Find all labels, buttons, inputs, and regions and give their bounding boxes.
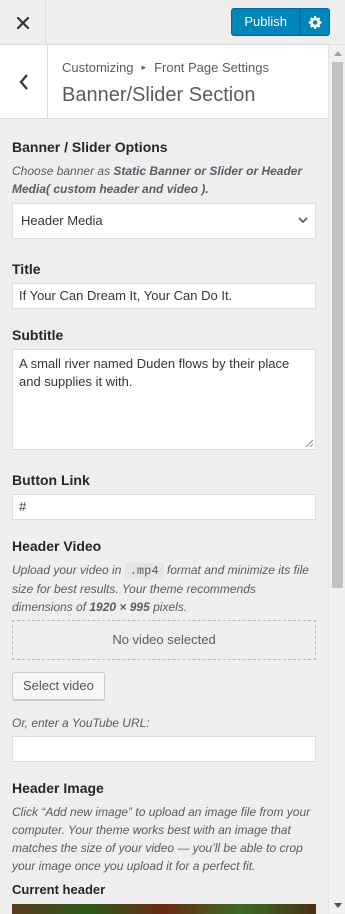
publish-settings-button[interactable] [300,8,330,36]
breadcrumb-root: Customizing [62,60,134,75]
close-button[interactable] [0,0,46,45]
panel-scrollbar[interactable] [328,45,345,914]
banner-options-title: Banner / Slider Options [12,139,168,155]
breadcrumb-separator-icon: ▸ [141,62,147,72]
scroll-thumb[interactable] [332,62,343,588]
section-title: Banner/Slider Section [62,84,256,106]
publish-button[interactable]: Publish [231,8,300,36]
youtube-url-input[interactable] [12,736,316,762]
breadcrumb-parent: Front Page Settings [154,60,269,75]
button-link-input[interactable]: # [12,494,316,520]
controls-panel: Banner / Slider Options Choose banner as… [0,119,328,914]
customizer-header: Publish [0,0,345,45]
youtube-url-label: Or, enter a YouTube URL: [12,716,150,730]
resize-handle-icon[interactable] [305,439,313,447]
banner-type-select[interactable]: Header Media [12,203,316,239]
subtitle-textarea[interactable]: A small river named Duden flows by their… [12,349,316,450]
video-dimensions: 1920 × 995 [89,600,150,614]
title-label: Title [12,261,41,277]
subtitle-value: A small river named Duden flows by their… [19,356,290,389]
header-video-desc-1: Upload your video in [12,563,125,577]
banner-options-desc-text: Choose banner as [12,164,114,178]
chevron-left-icon [19,73,28,90]
chevron-down-icon [298,217,308,224]
banner-options-description: Choose banner as Static Banner or Slider… [12,162,316,198]
section-header: Customizing ▸ Front Page Settings Banner… [0,45,328,119]
header-image-label: Header Image [12,780,104,796]
close-icon [16,16,29,29]
video-format-code: .mp4 [124,563,164,579]
current-header-image[interactable] [12,904,316,914]
current-header-label: Current header [12,882,106,897]
button-link-label: Button Link [12,472,90,488]
back-button[interactable] [0,45,48,118]
subtitle-label: Subtitle [12,327,64,343]
header-image-description: Click “Add new image” to upload an image… [12,805,311,873]
gear-icon [308,15,321,29]
header-video-desc-3: pixels. [149,600,188,614]
header-video-description: Upload your video in .mp4 format and min… [12,561,316,616]
scroll-up-icon[interactable] [329,45,345,62]
breadcrumb: Customizing ▸ Front Page Settings [62,60,269,75]
title-input[interactable]: If Your Can Dream It, Your Can Do It. [12,283,316,309]
banner-type-value: Header Media [21,213,103,228]
header-video-label: Header Video [12,538,102,554]
no-video-placeholder: No video selected [12,620,316,660]
scroll-down-icon[interactable] [329,897,345,914]
select-video-button[interactable]: Select video [12,672,105,700]
publish-group: Publish [231,8,330,36]
